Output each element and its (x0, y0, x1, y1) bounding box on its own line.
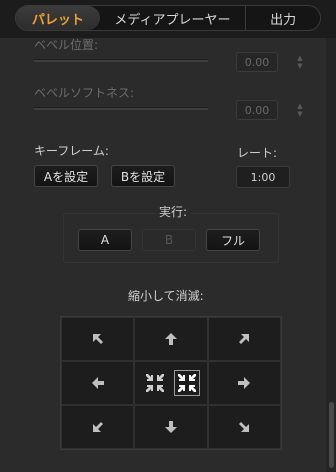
direction-center[interactable] (134, 361, 208, 405)
direction-right[interactable] (207, 361, 281, 405)
run-a-button[interactable]: A (78, 229, 132, 251)
arrow-up-left-icon (92, 334, 103, 344)
tab-group: パレット メディアプレーヤー 出力 (15, 5, 321, 31)
bevel-position-slider[interactable] (34, 59, 208, 62)
run-label: 実行: (155, 203, 192, 220)
arrow-up-right-icon (239, 334, 250, 344)
arrow-right-icon (238, 377, 251, 389)
tab-output[interactable]: 出力 (246, 6, 320, 30)
arrow-down-right-icon (239, 422, 250, 432)
bevel-softness-value[interactable]: 0.00 (236, 100, 278, 120)
shrink-center-icon (177, 374, 196, 392)
bevel-softness-slider[interactable] (34, 107, 208, 110)
bevel-position-stepper[interactable]: ▲ ▼ (295, 52, 305, 72)
direction-bottom[interactable] (134, 405, 208, 449)
shrink-center-option-selected[interactable] (173, 370, 200, 396)
direction-top-right[interactable] (207, 317, 281, 361)
run-full-button[interactable]: フル (206, 229, 260, 251)
top-tab-bar: パレット メディアプレーヤー 出力 (0, 0, 336, 38)
arrow-down-icon (164, 421, 177, 433)
direction-top[interactable] (134, 317, 208, 361)
direction-left[interactable] (61, 361, 135, 405)
bevel-softness-stepper[interactable]: ▲ ▼ (295, 100, 305, 120)
run-b-button[interactable]: B (142, 229, 196, 251)
arrow-down-left-icon (92, 422, 103, 432)
direction-top-left[interactable] (61, 317, 135, 361)
arrow-up-icon (164, 333, 177, 345)
rate-label: レート: (237, 146, 278, 160)
scrollbar-thumb[interactable] (329, 402, 334, 468)
bevel-softness-label: ベベルソフトネス: (34, 86, 135, 100)
tab-palette[interactable]: パレット (16, 6, 100, 30)
direction-bottom-left[interactable] (61, 405, 135, 449)
bevel-position-label: ベベル位置: (34, 38, 99, 52)
shrink-center-icon (145, 374, 164, 392)
shrink-center-option[interactable] (142, 370, 168, 396)
bevel-position-value[interactable]: 0.00 (236, 52, 278, 72)
shrink-label: 縮小して消滅: (128, 289, 204, 303)
tab-media-player[interactable]: メディアプレーヤー (100, 6, 247, 30)
keyframe-label: キーフレーム: (34, 144, 109, 158)
rate-input[interactable]: 1:00 (236, 166, 290, 188)
arrow-left-icon (91, 377, 104, 389)
direction-grid (60, 316, 282, 450)
direction-bottom-right[interactable] (207, 405, 281, 449)
set-a-button[interactable]: Aを設定 (34, 165, 98, 187)
set-b-button[interactable]: Bを設定 (111, 165, 175, 187)
